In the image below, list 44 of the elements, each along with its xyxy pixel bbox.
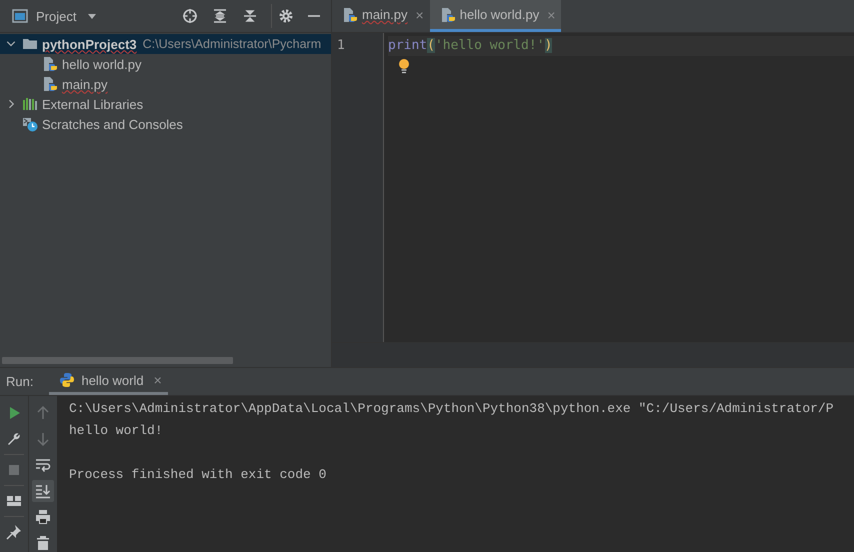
python-file-icon bbox=[342, 6, 358, 22]
expand-all-icon[interactable] bbox=[212, 8, 228, 24]
console-line: C:\Users\Administrator\AppData\Local\Programs\Python\Python38\python.exe "C:/Users/Administrator/P bbox=[69, 400, 835, 418]
printer-icon[interactable] bbox=[35, 509, 51, 525]
layout-icon[interactable] bbox=[6, 493, 22, 509]
library-icon bbox=[22, 96, 38, 112]
locate-icon[interactable] bbox=[182, 8, 198, 24]
console-line: hello world! bbox=[69, 422, 164, 440]
python-file-icon bbox=[42, 76, 58, 92]
tree-item[interactable]: pythonProject3 C:\Users\Administrator\Pycharm bbox=[0, 34, 331, 54]
wrench-icon[interactable] bbox=[6, 431, 22, 447]
tree-item[interactable]: hello world.py bbox=[0, 54, 331, 74]
scratch-clock-icon bbox=[22, 116, 38, 132]
close-tab-button[interactable]: × bbox=[416, 6, 424, 22]
run-label: Run: bbox=[5, 373, 34, 391]
item-label: pythonProject3 bbox=[42, 36, 137, 54]
scroll-to-end-icon[interactable] bbox=[35, 483, 51, 499]
run-tab[interactable]: hello world × bbox=[49, 368, 168, 395]
window-icon bbox=[12, 8, 28, 24]
collapse-all-icon[interactable] bbox=[242, 8, 258, 24]
lightbulb-icon bbox=[396, 58, 412, 74]
tree-item[interactable]: External Libraries bbox=[0, 94, 331, 114]
python-file-icon bbox=[42, 56, 58, 72]
item-label: hello world.py bbox=[62, 56, 142, 74]
folder-path: C:\Users\Administrator\Pycharm bbox=[142, 37, 322, 51]
view-selector[interactable]: Project bbox=[32, 6, 104, 26]
tree-item[interactable]: Scratches and Consoles bbox=[0, 114, 331, 134]
folder-icon bbox=[22, 36, 38, 52]
scrollbar-thumb[interactable] bbox=[2, 356, 233, 364]
line-number: 1 bbox=[336, 37, 346, 55]
console-line: Process finished with exit code 0 bbox=[69, 466, 328, 484]
item-label: External Libraries bbox=[42, 96, 144, 114]
item-label: Scratches and Consoles bbox=[42, 116, 183, 134]
pin-icon[interactable] bbox=[6, 524, 22, 540]
tree-item[interactable]: main.py bbox=[0, 74, 331, 94]
close-tab-button[interactable]: × bbox=[154, 372, 162, 388]
settings-icon[interactable] bbox=[278, 8, 294, 24]
editor-tab[interactable]: main.py × bbox=[332, 0, 430, 32]
editor-tab[interactable]: hello world.py × bbox=[430, 0, 562, 32]
python-logo-icon bbox=[59, 372, 76, 388]
trash-icon[interactable] bbox=[35, 535, 51, 551]
soft-wrap-icon[interactable] bbox=[35, 457, 51, 473]
item-label: main.py bbox=[62, 76, 108, 94]
python-file-icon bbox=[440, 6, 456, 22]
